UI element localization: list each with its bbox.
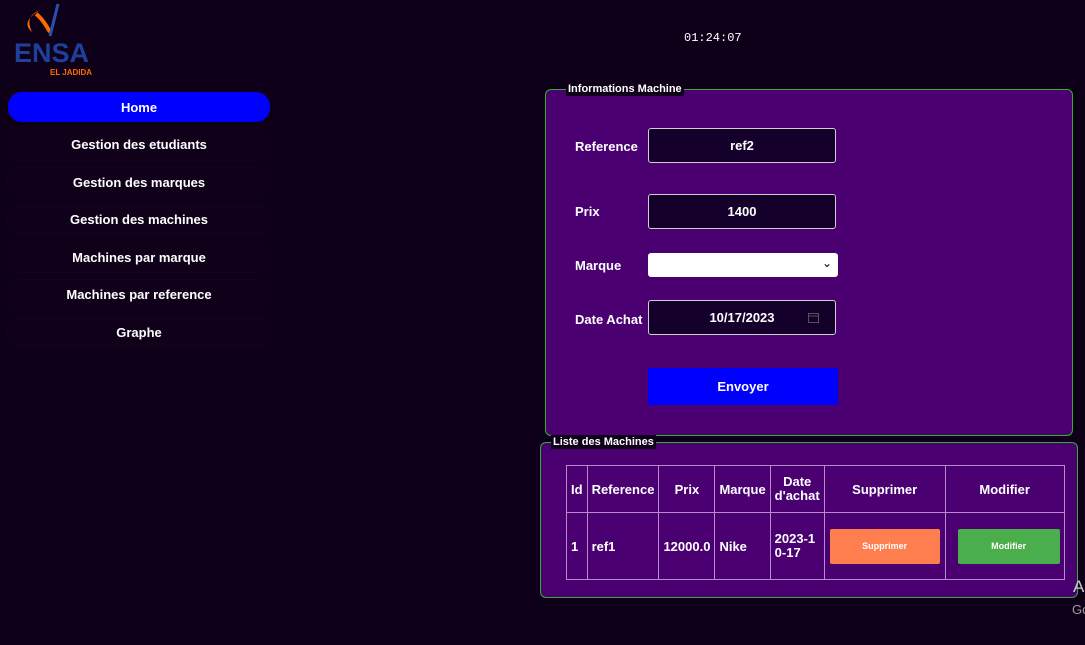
clock: 01:24:07 (684, 31, 742, 45)
header-prix: Prix (658, 465, 716, 513)
cell-prix: 12000.0 (658, 512, 716, 580)
envoyer-button[interactable]: Envoyer (648, 368, 838, 405)
nav-machines-par-reference[interactable]: Machines par reference (8, 279, 270, 310)
header-id: Id (566, 465, 588, 513)
date-achat-label: Date Achat (575, 312, 643, 327)
nav-machines-par-marque[interactable]: Machines par marque (8, 242, 270, 272)
reference-input[interactable]: ref2 (648, 128, 836, 163)
prix-input[interactable]: 1400 (648, 194, 836, 229)
machines-table: Id Reference Prix Marque Date d'achat Su… (566, 465, 1065, 580)
machine-form: Informations Machine Reference ref2 Prix… (545, 82, 1073, 436)
header-marque: Marque (714, 465, 771, 513)
nav-gestion-etudiants[interactable]: Gestion des etudiants (8, 129, 270, 160)
cell-modifier: Modifier (944, 512, 1065, 580)
chevron-down-icon: ⌄ (821, 256, 832, 270)
supprimer-button[interactable]: Supprimer (829, 528, 940, 564)
machines-list: Liste des Machines Id Reference Prix Mar… (540, 435, 1078, 598)
sidebar: Home Gestion des etudiants Gestion des m… (8, 92, 270, 355)
svg-text:ENSA: ENSA (14, 38, 89, 68)
table-legend: Liste des Machines (551, 435, 656, 449)
cell-supprimer: Supprimer (823, 512, 946, 580)
cell-date: 2023-10-17 (769, 512, 825, 580)
prix-label: Prix (575, 204, 600, 219)
nav-gestion-marques[interactable]: Gestion des marques (8, 167, 270, 197)
header-modifier: Modifier (944, 465, 1065, 513)
marque-select[interactable]: ⌄ (648, 253, 838, 277)
nav-graphe[interactable]: Graphe (8, 317, 270, 347)
nav-gestion-machines[interactable]: Gestion des machines (8, 204, 270, 235)
reference-label: Reference (575, 139, 638, 154)
edge-text-a: A (1073, 577, 1085, 596)
app-page: ENSA EL JADIDA 01:24:07 Home Gestion des… (0, 0, 1085, 645)
form-legend: Informations Machine (566, 82, 684, 96)
svg-text:EL JADIDA: EL JADIDA (50, 68, 92, 77)
date-achat-input[interactable]: 10/17/2023 (648, 300, 836, 335)
header-reference: Reference (586, 465, 660, 513)
marque-label: Marque (575, 258, 622, 273)
cell-id: 1 (566, 512, 588, 580)
ensa-logo: ENSA EL JADIDA (10, 2, 110, 80)
modifier-button[interactable]: Modifier (957, 528, 1060, 564)
table-row: 1 ref1 12000.0 Nike 2023-10-17 Supprimer… (566, 512, 1065, 580)
cell-reference: ref1 (586, 512, 660, 580)
calendar-icon[interactable] (808, 312, 819, 323)
header-date-achat: Date d'achat (769, 465, 825, 513)
date-achat-value: 10/17/2023 (709, 310, 775, 325)
table-header-row: Id Reference Prix Marque Date d'achat Su… (566, 465, 1065, 513)
edge-text-g: Go (1072, 602, 1085, 617)
cell-marque: Nike (714, 512, 771, 580)
header-supprimer: Supprimer (823, 465, 946, 513)
nav-home[interactable]: Home (8, 92, 270, 122)
